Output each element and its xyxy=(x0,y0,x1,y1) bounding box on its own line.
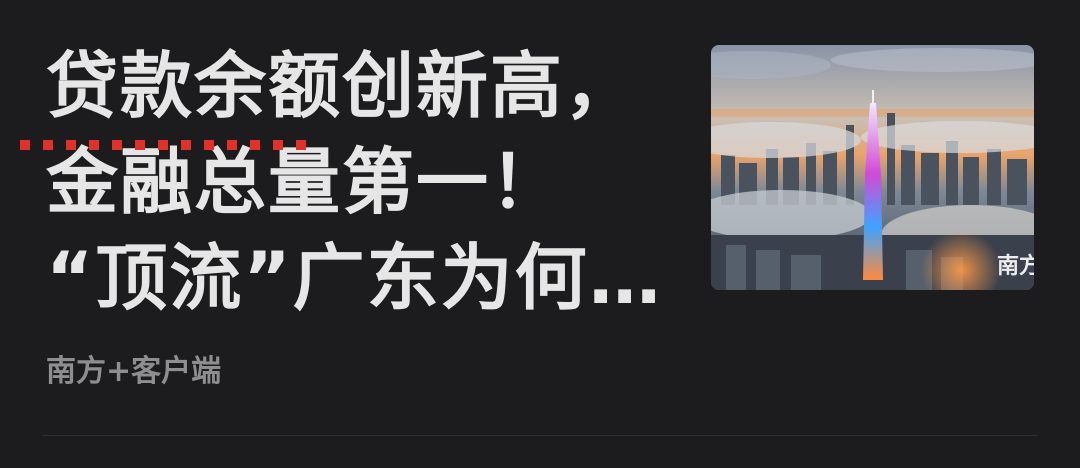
news-card[interactable]: 贷款余额创新高， 金融总量第一！ “顶流”广东为何… 南方+客户端 南方 xyxy=(0,0,1080,468)
title-line-3: “顶流”广东为何… xyxy=(46,236,663,320)
city-skyline-image: 南方 xyxy=(711,45,1034,290)
image-watermark: 南方 xyxy=(997,253,1034,279)
title-line-1: 贷款余额创新高， xyxy=(46,44,639,128)
divider xyxy=(42,435,1038,436)
spellcheck-underline xyxy=(20,140,306,150)
source-label: 南方+客户端 xyxy=(46,354,222,389)
article-title[interactable]: 贷款余额创新高， 金融总量第一！ “顶流”广东为何… xyxy=(46,38,666,326)
article-thumbnail[interactable]: 南方 xyxy=(711,45,1034,290)
